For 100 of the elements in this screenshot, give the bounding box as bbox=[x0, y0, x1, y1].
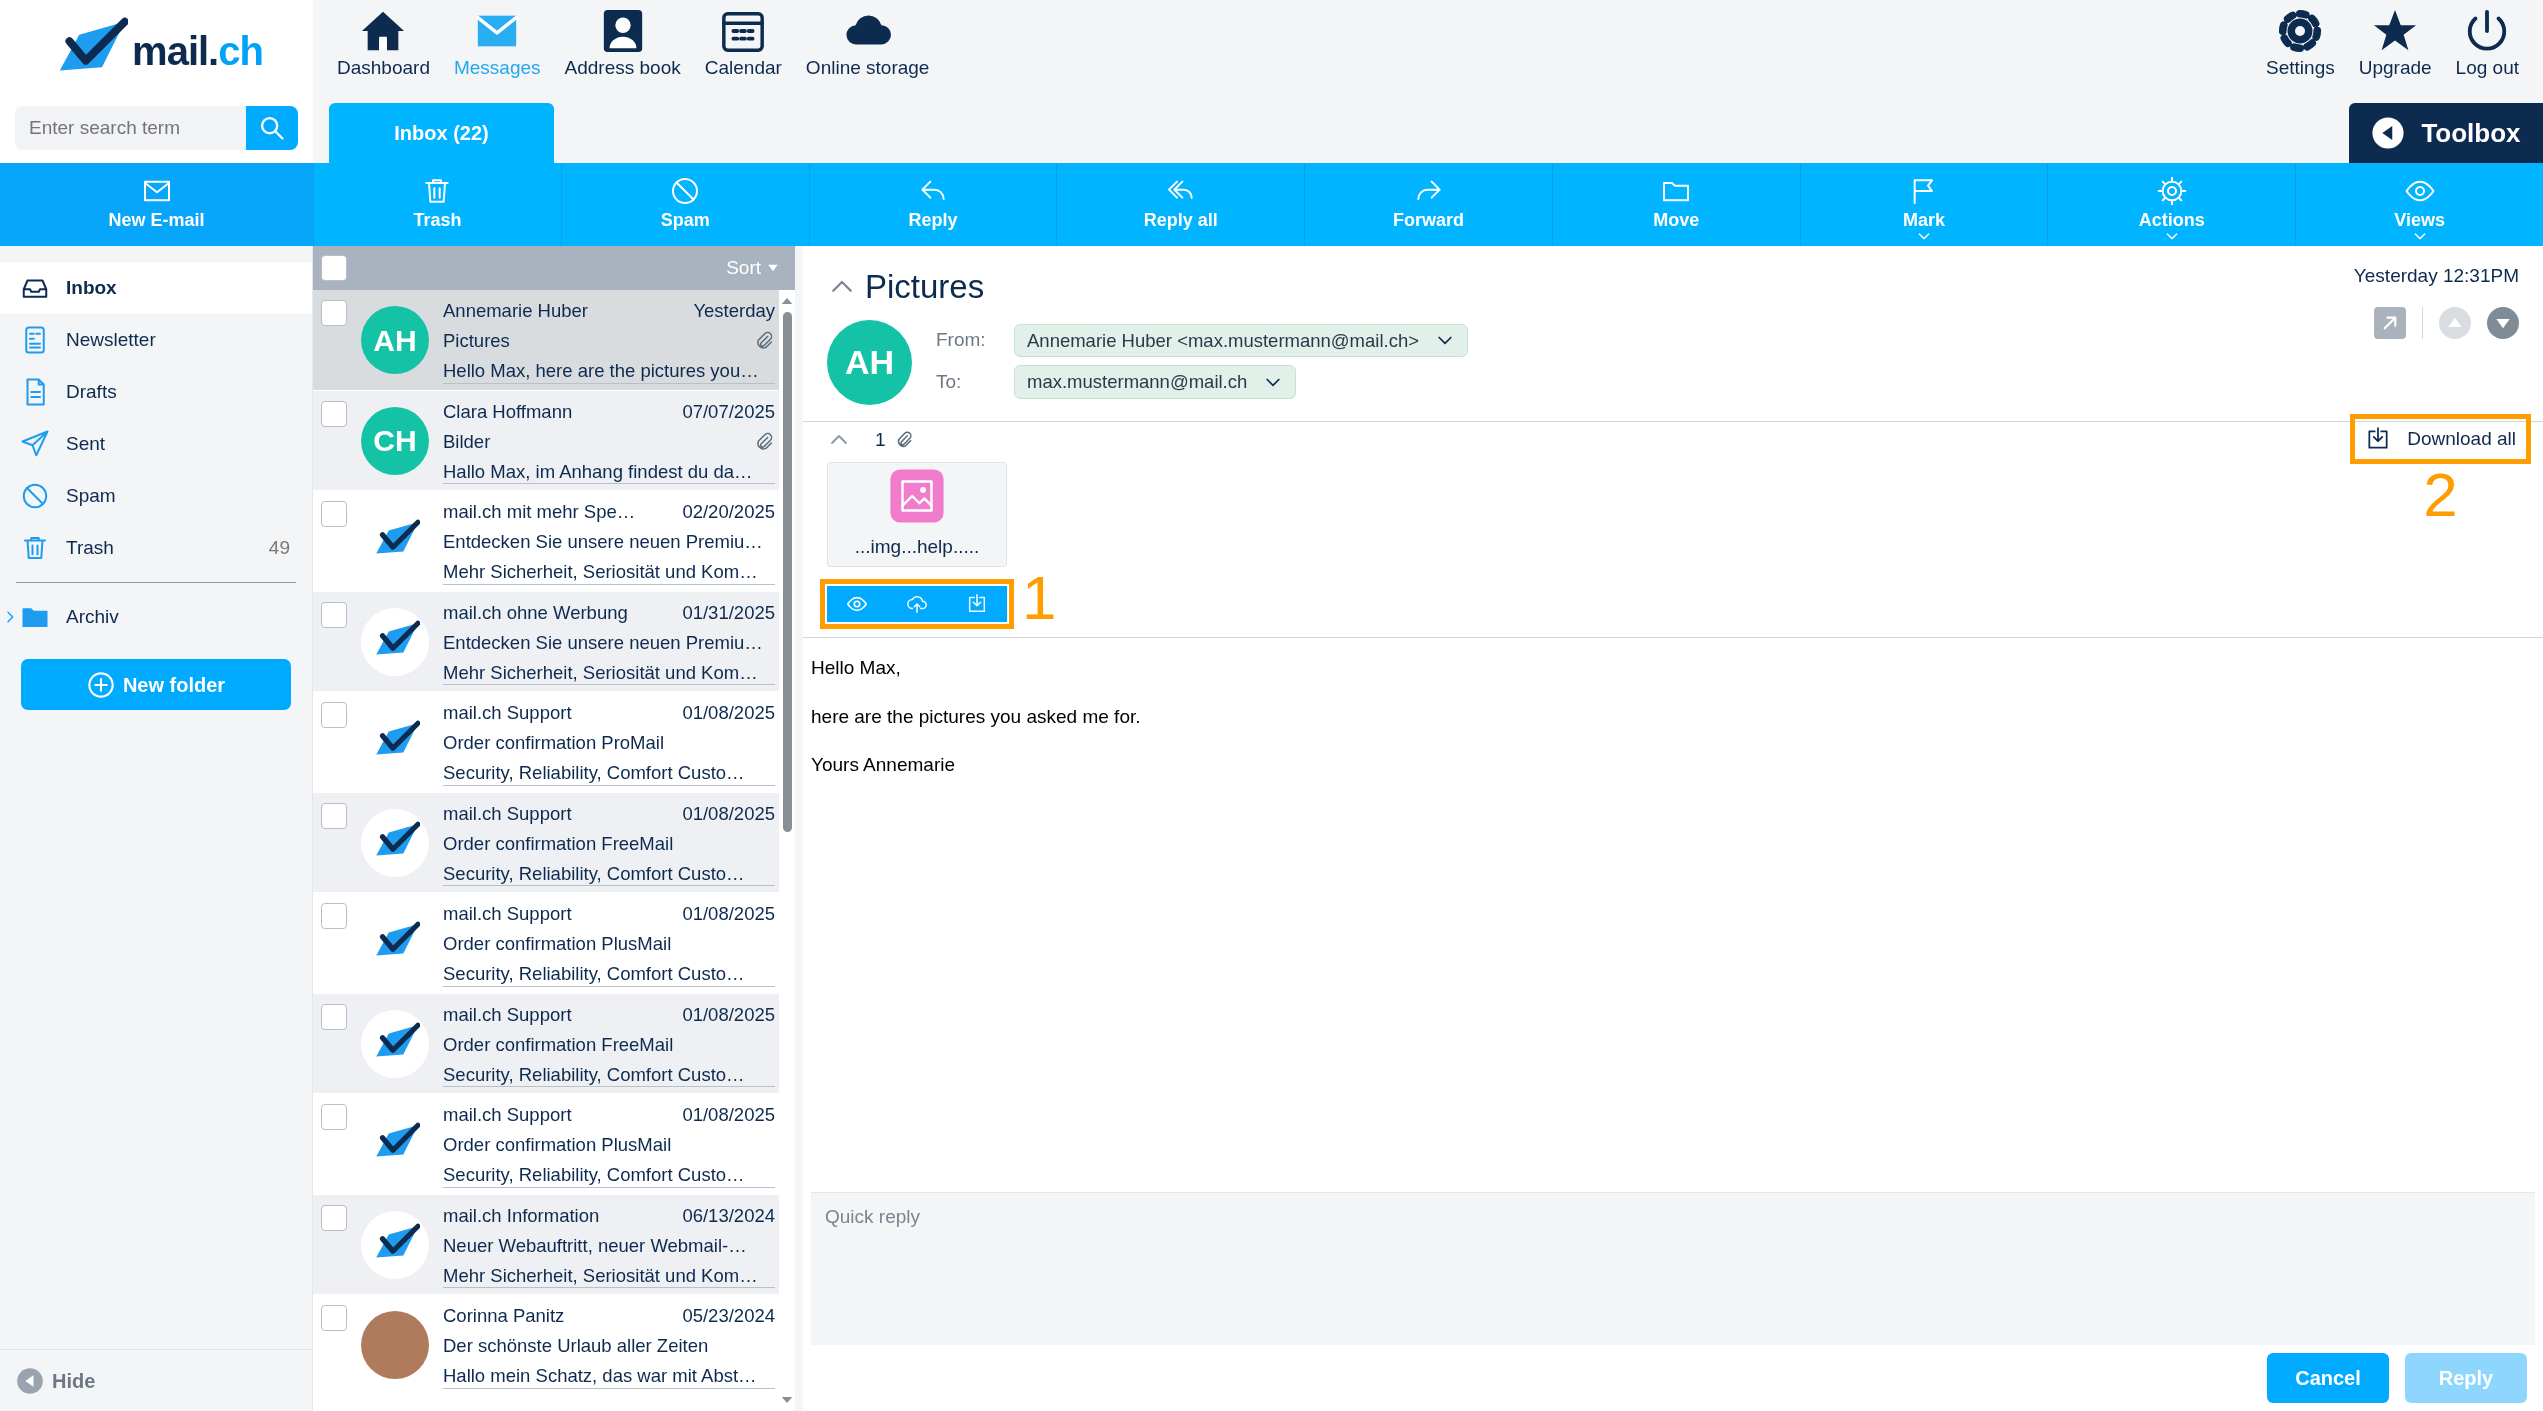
message-subject: Neuer Webauftritt, neuer Webmail-… bbox=[443, 1233, 747, 1258]
sender-name: mail.ch Support bbox=[443, 701, 572, 725]
message-subject: Bilder bbox=[443, 429, 491, 454]
nav-action[interactable]: Upgrade bbox=[2350, 4, 2440, 87]
toolbox-button[interactable]: Toolbox bbox=[2349, 103, 2543, 163]
message-checkbox[interactable] bbox=[321, 1204, 347, 1231]
select-all-checkbox[interactable] bbox=[321, 255, 347, 281]
download-all-button[interactable]: Download all bbox=[2357, 420, 2524, 457]
avatar: CH bbox=[361, 406, 429, 475]
message-date: 01/08/2025 bbox=[682, 701, 775, 725]
message-checkbox[interactable] bbox=[321, 1104, 347, 1130]
message-checkbox[interactable] bbox=[321, 601, 347, 628]
paper-plane-icon bbox=[20, 429, 50, 459]
quick-reply-field[interactable]: Quick reply bbox=[811, 1192, 2535, 1345]
collapse-icon bbox=[16, 1366, 44, 1395]
message-date: 06/13/2024 bbox=[682, 1203, 775, 1228]
sender-address[interactable]: Annemarie Huber <max.mustermann@mail.ch> bbox=[1014, 323, 1469, 358]
nav-tab[interactable]: Online storage bbox=[797, 4, 938, 87]
search-field[interactable]: Enter search term bbox=[15, 106, 246, 150]
folder-item[interactable]: Newsletter bbox=[0, 314, 312, 366]
message-row[interactable]: Corinna Panitz 05/23/2024 Der schönste Urlaub aller Zeiten Hallo mein Schatz, das war mit Abst… bbox=[313, 1295, 779, 1396]
sender-name: Corinna Panitz bbox=[443, 1304, 565, 1328]
sender-name: mail.ch mit mehr Spe… bbox=[443, 500, 636, 524]
message-checkbox[interactable] bbox=[321, 702, 347, 728]
message-row[interactable]: mail.ch mit mehr Spe… 02/20/2025 Entdecken Sie unsere neuen Premiu… Mehr Sicherheit, Seriosität und Kom… bbox=[313, 491, 779, 592]
plus-icon bbox=[86, 670, 115, 699]
message-preview: Mehr Sicherheit, Seriosität und Kom… bbox=[443, 660, 758, 685]
message-row[interactable]: mail.ch Support 01/08/2025 Order confirmation FreeMail Security, Reliability, Comfort Custo… bbox=[313, 792, 779, 893]
folder-item[interactable]: Trash 49 bbox=[0, 522, 312, 574]
message-row[interactable]: mail.ch Support 01/08/2025 Order confirmation FreeMail Security, Reliability, Comfort Custo… bbox=[313, 993, 779, 1094]
search-button[interactable] bbox=[246, 106, 298, 150]
folder-item[interactable]: Inbox bbox=[0, 262, 312, 314]
attachment-card[interactable]: ...img...help..... bbox=[827, 462, 1007, 567]
message-row[interactable]: CH Clara Hoffmann 07/07/2025 Bilder Hallo Max, im Anhang findest du da… bbox=[313, 390, 779, 491]
message-preview: Hallo mein Schatz, das war mit Abst… bbox=[443, 1364, 757, 1388]
avatar: AH bbox=[361, 306, 429, 374]
spam-icon bbox=[20, 481, 50, 511]
message-subject: Order confirmation FreeMail bbox=[443, 1032, 674, 1057]
annotation-number: 1 bbox=[1022, 567, 1057, 629]
sender-name: mail.ch ohne Werbung bbox=[443, 600, 628, 625]
message-date: 01/08/2025 bbox=[682, 902, 775, 926]
message-checkbox[interactable] bbox=[321, 1305, 347, 1331]
email-subject: Pictures bbox=[865, 267, 985, 307]
download-icon[interactable] bbox=[966, 593, 988, 615]
field-label: To: bbox=[936, 369, 963, 394]
nav-action[interactable]: Settings bbox=[2258, 4, 2343, 87]
message-preview: Mehr Sicherheit, Seriosität und Kom… bbox=[443, 1263, 758, 1288]
message-checkbox[interactable] bbox=[321, 1003, 347, 1030]
message-checkbox[interactable] bbox=[321, 903, 347, 929]
message-date: 07/07/2025 bbox=[682, 399, 775, 424]
message-date: 01/08/2025 bbox=[682, 801, 775, 826]
folder-item[interactable]: Sent bbox=[0, 418, 312, 470]
next-icon[interactable] bbox=[2487, 306, 2519, 339]
message-subject: Order confirmation FreeMail bbox=[443, 831, 674, 856]
message-row[interactable]: mail.ch Information 06/13/2024 Neuer Webauftritt, neuer Webmail-… Mehr Sicherheit, Seriosität und Kom… bbox=[313, 1194, 779, 1295]
body-paragraph: Yours Annemarie bbox=[811, 753, 956, 777]
message-checkbox[interactable] bbox=[321, 802, 347, 829]
sender-name: mail.ch Support bbox=[443, 801, 572, 826]
sender-name: Annemarie Huber bbox=[443, 299, 588, 323]
message-subject: Entdecken Sie unsere neuen Premiu… bbox=[443, 530, 763, 554]
folder-item[interactable]: Drafts bbox=[0, 366, 312, 418]
settings-icon bbox=[2277, 8, 2324, 54]
message-row[interactable]: mail.ch Support 01/08/2025 Order confirmation PlusMail Security, Reliability, Comfort Custo… bbox=[313, 893, 779, 994]
message-subject: Order confirmation ProMail bbox=[443, 731, 665, 755]
hide-button[interactable]: Hide bbox=[16, 1365, 96, 1396]
sender-name: mail.ch Support bbox=[443, 902, 572, 926]
field-label: From: bbox=[936, 328, 987, 353]
message-date: 02/20/2025 bbox=[682, 500, 775, 524]
nav-action[interactable]: Log out bbox=[2447, 4, 2527, 87]
message-row[interactable]: mail.ch Support 01/08/2025 Order confirmation PlusMail Security, Reliability, Comfort Custo… bbox=[313, 1094, 779, 1195]
recipient-address[interactable]: max.mustermann@mail.ch bbox=[1014, 365, 1297, 399]
message-subject: Order confirmation PlusMail bbox=[443, 932, 672, 956]
search-icon bbox=[258, 114, 286, 142]
message-checkbox[interactable] bbox=[321, 400, 347, 427]
body-paragraph: Hello Max, bbox=[811, 656, 902, 680]
sender-name: Clara Hoffmann bbox=[443, 399, 573, 424]
message-date: 01/08/2025 bbox=[682, 1002, 775, 1027]
annotation-number: 2 bbox=[2423, 464, 2458, 526]
image-icon bbox=[888, 467, 946, 526]
message-subject: Order confirmation PlusMail bbox=[443, 1133, 672, 1157]
message-checkbox[interactable] bbox=[321, 300, 347, 326]
sender-name: mail.ch Support bbox=[443, 1103, 572, 1127]
folder-item[interactable]: Spam bbox=[0, 470, 312, 522]
upload-cloud-icon[interactable] bbox=[906, 593, 928, 615]
folder-item[interactable]: Archiv bbox=[0, 591, 312, 643]
previous-icon[interactable] bbox=[2439, 306, 2471, 339]
gear-icon bbox=[2155, 175, 2188, 207]
message-checkbox[interactable] bbox=[321, 501, 347, 527]
message-preview: Security, Reliability, Comfort Custo… bbox=[443, 1163, 745, 1187]
message-row[interactable]: mail.ch ohne Werbung 01/31/2025 Entdecken Sie unsere neuen Premiu… Mehr Sicherheit, Seriosität und Kom… bbox=[313, 591, 779, 692]
nav-tab[interactable]: Address book bbox=[556, 4, 689, 87]
message-row[interactable]: AH Annemarie Huber Yesterday Pictures Hello Max, here are the pictures you… bbox=[313, 290, 779, 391]
message-date: 01/08/2025 bbox=[682, 1103, 775, 1127]
nav-tab[interactable]: Calendar bbox=[696, 4, 790, 87]
sender-name: mail.ch Information bbox=[443, 1203, 600, 1228]
open-external-icon[interactable] bbox=[2374, 306, 2406, 339]
nav-tab[interactable]: Dashboard bbox=[329, 4, 438, 87]
message-row[interactable]: mail.ch Support 01/08/2025 Order confirmation ProMail Security, Reliability, Comfort Custo… bbox=[313, 692, 779, 793]
message-date: Yesterday bbox=[693, 299, 775, 323]
message-preview: Hallo Max, im Anhang findest du da… bbox=[443, 459, 753, 484]
